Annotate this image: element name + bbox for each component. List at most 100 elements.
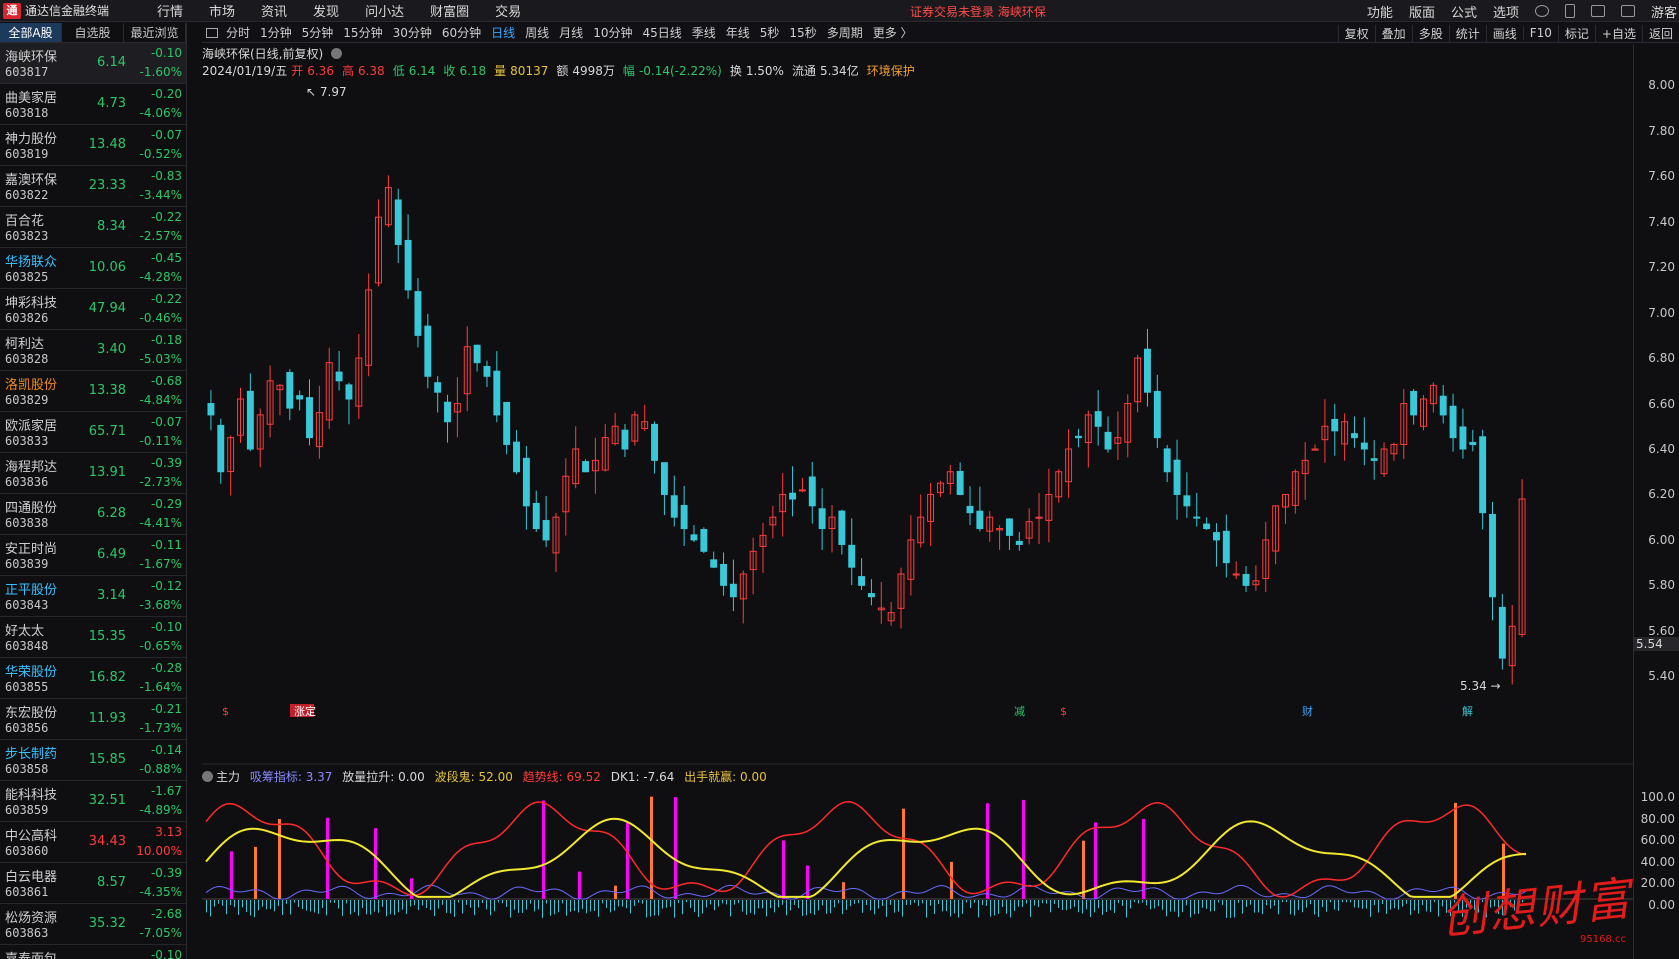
chart-tool-button[interactable]: 返回 [1641, 24, 1679, 42]
volume-bar [282, 900, 283, 915]
stock-row[interactable]: 曲美家居 603818 4.73 -0.20 -4.06% [0, 84, 186, 125]
menu-formula[interactable]: 公式 [1451, 2, 1477, 21]
login-warning[interactable]: 证券交易未登录 海峡环保 [910, 3, 1046, 20]
menu-function[interactable]: 功能 [1367, 2, 1393, 21]
volume-bar [466, 900, 467, 905]
stock-change: 3.13 [155, 825, 182, 839]
chart-tool-button[interactable]: +自选 [1594, 24, 1642, 42]
chart-tool-button[interactable]: 标记 [1557, 24, 1595, 42]
stock-row[interactable]: 海程邦达 603836 13.91 -0.39 -2.73% [0, 453, 186, 494]
stock-row[interactable]: 华扬联众 603825 10.06 -0.45 -4.28% [0, 248, 186, 289]
period-tab[interactable]: 15分钟 [343, 24, 382, 41]
stock-row[interactable]: 正平股份 603843 3.14 -0.12 -3.68% [0, 576, 186, 617]
period-tab[interactable]: 日线 [491, 24, 515, 41]
menu-item-news[interactable]: 资讯 [261, 1, 287, 20]
volume-bar [1186, 900, 1187, 906]
period-tab[interactable]: 15秒 [789, 24, 816, 41]
stock-row[interactable]: 松炀资源 603863 35.32 -2.68 -7.05% [0, 904, 186, 945]
period-tab[interactable]: 5秒 [760, 24, 780, 41]
stock-row[interactable]: 坤彩科技 603826 47.94 -0.22 -0.46% [0, 289, 186, 330]
stock-row[interactable]: 安正时尚 603839 6.49 -0.11 -1.67% [0, 535, 186, 576]
refresh-icon[interactable] [1534, 5, 1549, 17]
sidebar-toggle-icon[interactable] [206, 27, 218, 38]
indicator-name[interactable]: 主力 [216, 770, 240, 784]
stock-row[interactable]: 神力股份 603819 13.48 -0.07 -0.52% [0, 125, 186, 166]
volume-bar [910, 900, 911, 905]
stock-row[interactable]: 欧派家居 603833 65.71 -0.07 -0.11% [0, 412, 186, 453]
indicator-chart[interactable] [202, 784, 1633, 959]
volume-bar [346, 900, 347, 904]
phone-icon[interactable] [1564, 4, 1575, 18]
chart-tool-button[interactable]: 多股 [1411, 24, 1449, 42]
period-tab[interactable]: 多周期 [827, 24, 863, 41]
stock-row[interactable]: 嘉澳环保 603822 23.33 -0.83 -3.44% [0, 166, 186, 207]
menu-item-trade[interactable]: 交易 [495, 1, 521, 20]
stock-row[interactable]: 东宏股份 603856 11.93 -0.21 -1.73% [0, 699, 186, 740]
menu-item-ask[interactable]: 问小达 [365, 1, 404, 20]
volume-bar [858, 900, 859, 904]
candle-body [207, 403, 215, 416]
volume-bar [610, 900, 611, 913]
stock-row[interactable]: 百合花 603823 8.34 -0.22 -2.57% [0, 207, 186, 248]
period-tab[interactable]: 30分钟 [393, 24, 432, 41]
volume-bar [1338, 900, 1339, 911]
period-tab[interactable]: 周线 [525, 24, 549, 41]
stock-row[interactable]: 能科科技 603859 32.51 -1.67 -4.89% [0, 781, 186, 822]
volume-bar [874, 900, 875, 915]
stock-row[interactable]: 海峡环保 603817 6.14 -0.10 -1.60% [0, 43, 186, 84]
volume-bar [914, 900, 915, 903]
volume-bar [830, 900, 831, 914]
period-tab[interactable]: 60分钟 [442, 24, 481, 41]
stock-row[interactable]: 白云电器 603861 8.57 -0.39 -4.35% [0, 863, 186, 904]
tab-all-a-shares[interactable]: 全部A股 [0, 23, 62, 42]
stock-change: -0.20 [150, 87, 182, 101]
stock-price: 6.28 [97, 506, 126, 521]
period-tab[interactable]: 更多 〉 [873, 24, 913, 41]
menu-item-discover[interactable]: 发现 [313, 1, 339, 20]
volume-bar [230, 900, 231, 906]
period-tab[interactable]: 季线 [692, 24, 716, 41]
period-tab[interactable]: 5分钟 [302, 24, 334, 41]
period-tab[interactable]: 月线 [559, 24, 583, 41]
period-tab[interactable]: 10分钟 [593, 24, 632, 41]
volume-bar [938, 900, 939, 904]
chart-tool-button[interactable]: F10 [1522, 26, 1558, 40]
indicator-info: 主力 吸筹指标: 3.37 放量拉升: 0.00 波段鬼: 52.00 趋势线:… [202, 768, 779, 785]
volume-bar [1290, 900, 1291, 915]
stock-row[interactable]: 嘉泰面包 -0.10 [0, 945, 186, 959]
volume-bar [1390, 900, 1391, 910]
volume-bar [1158, 900, 1159, 907]
menu-item-market[interactable]: 市场 [209, 1, 235, 20]
tab-recent[interactable]: 最近浏览 [124, 23, 186, 42]
volume-bar [894, 900, 895, 913]
camera-icon[interactable] [1590, 5, 1605, 17]
mail-icon[interactable] [1620, 5, 1635, 17]
price-tick: 5.40 [1648, 669, 1675, 684]
chart-tool-button[interactable]: 统计 [1448, 24, 1486, 42]
stock-row[interactable]: 四通股份 603838 6.28 -0.29 -4.41% [0, 494, 186, 535]
period-tab[interactable]: 年线 [726, 24, 750, 41]
chart-tool-button[interactable]: 画线 [1485, 24, 1523, 42]
volume-bar [698, 900, 699, 917]
period-tab[interactable]: 45日线 [642, 24, 681, 41]
menu-layout[interactable]: 版面 [1409, 2, 1435, 21]
period-tab[interactable]: 1分钟 [260, 24, 292, 41]
volume-bar [618, 900, 619, 907]
chart-tool-button[interactable]: 复权 [1337, 24, 1375, 42]
chart-tool-button[interactable]: 叠加 [1374, 24, 1412, 42]
indicator-line-yellow [205, 817, 1527, 898]
candlestick-chart[interactable]: ↖ 7.97 5.34 → $ 涨定 减 $ 财 解 [202, 44, 1633, 766]
menu-item-wealth[interactable]: 财富圈 [430, 1, 469, 20]
tab-watchlist[interactable]: 自选股 [62, 23, 124, 42]
stock-row[interactable]: 好太太 603848 15.35 -0.10 -0.65% [0, 617, 186, 658]
stock-row[interactable]: 华荣股份 603855 16.82 -0.28 -1.64% [0, 658, 186, 699]
stock-row[interactable]: 洛凯股份 603829 13.38 -0.68 -4.84% [0, 371, 186, 412]
guest-label[interactable]: 游客 [1651, 2, 1677, 21]
menu-options[interactable]: 选项 [1493, 2, 1519, 21]
menu-item-quotes[interactable]: 行情 [157, 1, 183, 20]
stock-row[interactable]: 中公高科 603860 34.43 3.13 10.00% [0, 822, 186, 863]
stock-row[interactable]: 步长制药 603858 15.85 -0.14 -0.88% [0, 740, 186, 781]
period-tab[interactable]: 分时 [226, 24, 250, 41]
stock-row[interactable]: 柯利达 603828 3.40 -0.18 -5.03% [0, 330, 186, 371]
indicator-menu-icon[interactable] [202, 771, 213, 782]
